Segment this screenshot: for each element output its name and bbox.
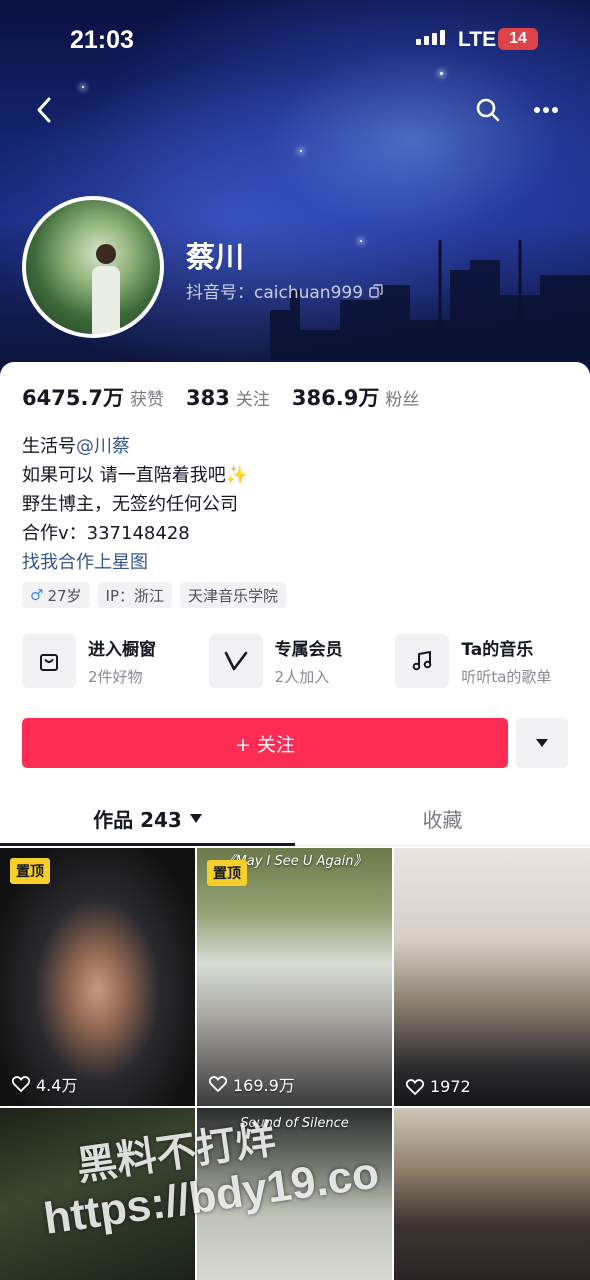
likes-count: 4.4万 xyxy=(36,1076,78,1095)
age-text: 27岁 xyxy=(47,586,82,605)
more-dots-icon xyxy=(534,107,558,113)
follow-button[interactable]: + 关注 xyxy=(22,718,508,768)
bio-line: 合作v：337148428 xyxy=(22,523,190,544)
tab-active-indicator xyxy=(0,843,295,846)
content-tabs: 作品 243 收藏 xyxy=(0,790,590,846)
battery-icon: 14 xyxy=(498,28,538,50)
star xyxy=(82,86,84,88)
avatar-person-figure xyxy=(92,244,120,334)
shortcuts-row: 进入橱窗 2件好物 专属会员 2人加入 Ta的音乐 听听ta的歌单 xyxy=(22,634,582,688)
signal-icon xyxy=(416,30,445,45)
douyin-id[interactable]: 抖音号：caichuan999 xyxy=(186,278,383,303)
shortcut-subtitle: 2人加入 xyxy=(274,668,330,686)
tab-works-label: 作品 243 xyxy=(93,808,182,832)
video-thumbnail[interactable]: 置顶 4.4万 xyxy=(0,848,195,1106)
stat-label: 获赞 xyxy=(130,390,165,410)
tab-works[interactable]: 作品 243 xyxy=(0,804,295,833)
chevron-left-icon xyxy=(37,97,51,123)
heart-icon xyxy=(406,1078,424,1095)
douyin-id-text: 抖音号：caichuan999 xyxy=(186,283,364,303)
cooperation-link[interactable]: 找我合作上星图 xyxy=(22,548,248,577)
pinned-badge: 置顶 xyxy=(10,858,50,884)
video-thumbnail[interactable]: 1972 xyxy=(394,848,590,1106)
vip-v-icon xyxy=(208,634,263,688)
recommend-dropdown-button[interactable] xyxy=(516,718,568,768)
stat-label: 粉丝 xyxy=(385,390,420,410)
video-likes: 169.9万 xyxy=(209,1072,295,1096)
profile-stats: 6475.7万 获赞 383 关注 386.9万 粉丝 xyxy=(22,382,419,412)
male-icon: ♂ xyxy=(30,586,44,604)
shortcut-membership[interactable]: 专属会员 2人加入 xyxy=(208,634,396,688)
shortcut-subtitle: 听听ta的歌单 xyxy=(461,668,552,686)
status-bar: 21:03 LTE 14 xyxy=(0,0,590,80)
likes-count: 169.9万 xyxy=(233,1076,295,1095)
caret-down-icon xyxy=(189,814,202,823)
copy-icon[interactable] xyxy=(369,283,383,298)
search-icon xyxy=(476,98,500,122)
music-note-icon xyxy=(395,634,450,688)
video-likes: 1972 xyxy=(406,1077,471,1096)
network-type: LTE xyxy=(458,28,497,51)
heart-icon xyxy=(209,1076,227,1092)
shortcut-title: 进入橱窗 xyxy=(88,640,156,660)
profile-card: 6475.7万 获赞 383 关注 386.9万 粉丝 生活号@川蔡 如果可以 … xyxy=(0,362,590,1280)
shortcut-title: 专属会员 xyxy=(274,640,343,660)
profile-tags: ♂ 27岁 IP：浙江 天津音乐学院 xyxy=(22,582,287,608)
ip-tag: IP：浙江 xyxy=(97,582,173,608)
pinned-badge: 置顶 xyxy=(207,860,247,886)
more-button[interactable] xyxy=(526,90,566,130)
stat-followers[interactable]: 386.9万 粉丝 xyxy=(292,382,419,412)
school-tag[interactable]: 天津音乐学院 xyxy=(180,582,287,608)
back-button[interactable] xyxy=(24,90,64,130)
video-grid: 置顶 4.4万 《May I See U Again》 置顶 169.9万 19… xyxy=(0,848,590,1280)
age-tag: ♂ 27岁 xyxy=(22,582,90,608)
video-overlay-title: Sound of Silence xyxy=(240,1116,349,1131)
video-likes: 4.4万 xyxy=(12,1072,77,1096)
stat-label: 关注 xyxy=(235,390,270,410)
life-account-link[interactable]: @川蔡 xyxy=(76,436,130,457)
stat-likes: 6475.7万 获赞 xyxy=(22,382,164,412)
stat-value: 6475.7万 xyxy=(22,386,125,410)
shortcut-music[interactable]: Ta的音乐 听听ta的歌单 xyxy=(395,634,582,688)
video-thumbnail[interactable]: Sound of Silence xyxy=(197,1108,392,1280)
life-prefix: 生活号 xyxy=(22,436,76,457)
stat-value: 383 xyxy=(186,386,230,410)
stat-following[interactable]: 383 关注 xyxy=(186,385,270,410)
bio-line: 如果可以 请一直陪着我吧✨ xyxy=(22,465,249,486)
bio-line: 野生博主，无签约任何公司 xyxy=(22,494,238,515)
stat-value: 386.9万 xyxy=(291,386,380,410)
status-time: 21:03 xyxy=(70,26,134,54)
caret-down-icon xyxy=(536,739,548,747)
heart-icon xyxy=(12,1076,30,1092)
video-thumbnail[interactable]: 《May I See U Again》 置顶 169.9万 xyxy=(197,848,392,1106)
video-thumbnail[interactable] xyxy=(394,1108,590,1280)
bio-line: 生活号@川蔡 xyxy=(22,432,248,461)
bio: 生活号@川蔡 如果可以 请一直陪着我吧✨ 野生博主，无签约任何公司 合作v：33… xyxy=(22,432,248,577)
video-thumbnail[interactable] xyxy=(0,1108,195,1280)
nickname: 蔡川 xyxy=(186,240,245,274)
shortcut-title: Ta的音乐 xyxy=(461,640,534,660)
avatar[interactable] xyxy=(22,196,164,338)
shortcut-subtitle: 2件好物 xyxy=(88,668,143,686)
star xyxy=(300,150,302,152)
tab-favorites[interactable]: 收藏 xyxy=(295,804,590,833)
likes-count: 1972 xyxy=(430,1077,471,1096)
search-button[interactable] xyxy=(468,90,508,130)
shopping-bag-icon xyxy=(22,634,76,688)
shortcut-shop-window[interactable]: 进入橱窗 2件好物 xyxy=(22,634,209,688)
